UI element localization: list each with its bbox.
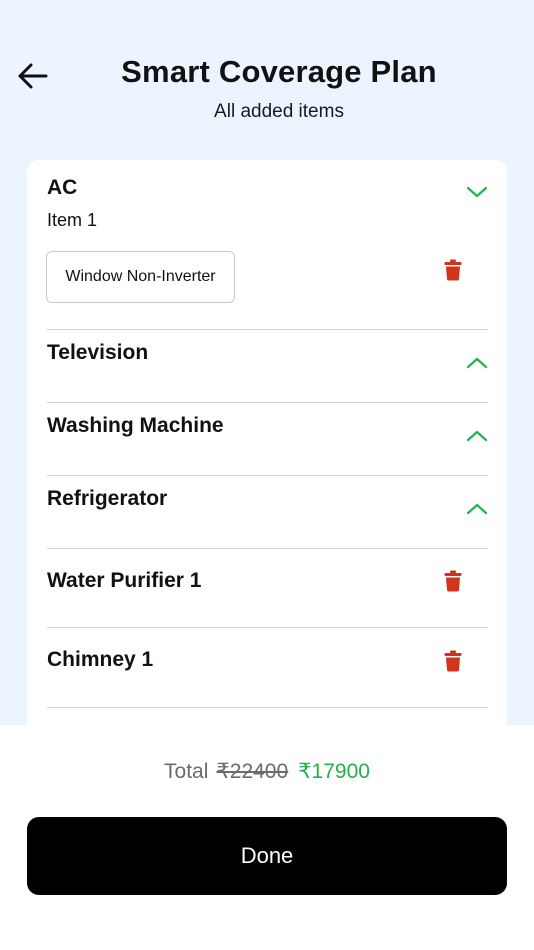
item-ac-variant-chip[interactable]: Window Non-Inverter bbox=[46, 251, 235, 303]
original-price: ₹22400 bbox=[216, 760, 289, 783]
delete-ac-button[interactable] bbox=[441, 258, 465, 282]
item-washing-machine-header[interactable]: Washing Machine bbox=[47, 414, 488, 438]
chevron-up-icon[interactable] bbox=[465, 356, 489, 370]
trash-icon bbox=[444, 259, 462, 281]
item-ac-header[interactable]: AC bbox=[47, 176, 488, 200]
done-button[interactable]: Done bbox=[27, 817, 507, 895]
item-chimney: Chimney 1 bbox=[47, 648, 488, 672]
item-ac-title: AC bbox=[47, 176, 78, 199]
divider bbox=[47, 329, 488, 330]
item-ac-sub-label: Item 1 bbox=[47, 210, 98, 230]
header: Smart Coverage Plan All added items bbox=[0, 0, 534, 160]
item-washing-machine-title: Washing Machine bbox=[47, 414, 224, 437]
chevron-down-icon[interactable] bbox=[465, 185, 489, 199]
item-refrigerator-header[interactable]: Refrigerator bbox=[47, 487, 488, 511]
delete-water-purifier-button[interactable] bbox=[441, 569, 465, 593]
trash-icon bbox=[444, 570, 462, 592]
item-chimney-title: Chimney 1 bbox=[47, 648, 154, 671]
item-television-header[interactable]: Television bbox=[47, 341, 488, 365]
discounted-price: ₹17900 bbox=[298, 760, 370, 783]
chevron-up-icon[interactable] bbox=[465, 502, 489, 516]
trash-icon bbox=[444, 650, 462, 672]
total-label: Total bbox=[164, 760, 209, 783]
divider bbox=[47, 475, 488, 476]
page-subtitle: All added items bbox=[214, 101, 344, 122]
page-title: Smart Coverage Plan bbox=[121, 54, 437, 89]
item-television-title: Television bbox=[47, 341, 149, 364]
items-card: AC Item 1 Window Non-Inverter Television… bbox=[27, 160, 507, 760]
item-water-purifier: Water Purifier 1 bbox=[47, 569, 488, 593]
divider bbox=[47, 627, 488, 628]
divider bbox=[47, 548, 488, 549]
footer: Total ₹22400 ₹17900 Done bbox=[0, 725, 534, 950]
divider bbox=[47, 707, 488, 708]
total-summary: Total ₹22400 ₹17900 bbox=[0, 759, 534, 784]
chevron-up-icon[interactable] bbox=[465, 429, 489, 443]
delete-chimney-button[interactable] bbox=[441, 649, 465, 673]
divider bbox=[47, 402, 488, 403]
item-refrigerator-title: Refrigerator bbox=[47, 487, 168, 510]
item-water-purifier-title: Water Purifier 1 bbox=[47, 569, 202, 592]
